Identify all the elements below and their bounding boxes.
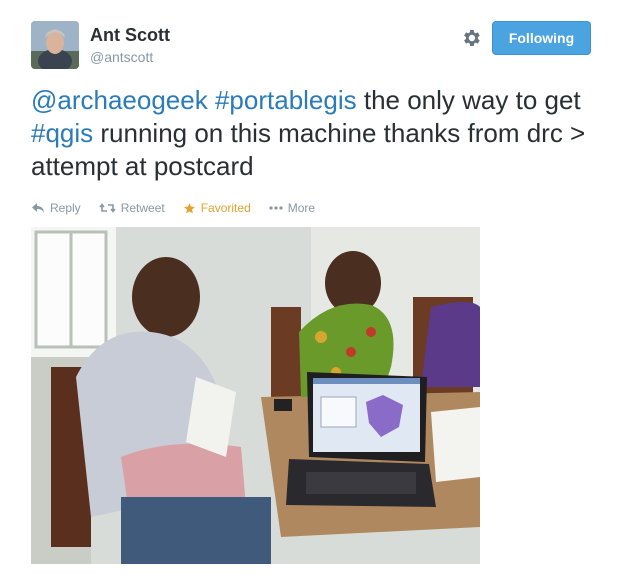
gear-icon[interactable] [460, 27, 482, 49]
reply-label: Reply [50, 201, 81, 215]
tweet-text-segment [208, 85, 215, 115]
user-handle[interactable]: @antscott [90, 49, 153, 65]
reply-action[interactable]: Reply [31, 201, 81, 215]
tweet-text-segment: the only way to get [356, 85, 581, 115]
mention-link[interactable]: @archaeogeek [31, 85, 208, 115]
retweet-label: Retweet [120, 201, 165, 215]
more-action[interactable]: More [269, 201, 315, 215]
favorite-label: Favorited [200, 201, 251, 215]
photo-image [31, 227, 480, 564]
tweet-photo[interactable] [31, 227, 480, 564]
tweet-text: @archaeogeek #portablegis the only way t… [31, 84, 591, 183]
retweet-icon [99, 203, 116, 213]
avatar-image [31, 21, 79, 69]
avatar[interactable] [31, 21, 79, 69]
more-label: More [287, 201, 316, 215]
hashtag-link-portablegis[interactable]: #portablegis [215, 85, 357, 115]
favorite-action[interactable]: Favorited [183, 201, 251, 215]
more-icon [269, 206, 283, 210]
star-icon [183, 202, 195, 213]
hashtag-link-qgis[interactable]: #qgis [31, 118, 93, 148]
tweet-actions: Reply Retweet Favorited More [31, 201, 315, 215]
retweet-action[interactable]: Retweet [99, 201, 165, 215]
following-button[interactable]: Following [492, 21, 591, 55]
tweet-text-segment: running on this machine thanks from drc … [31, 118, 586, 181]
reply-icon [32, 203, 44, 213]
user-name[interactable]: Ant Scott [90, 25, 170, 46]
